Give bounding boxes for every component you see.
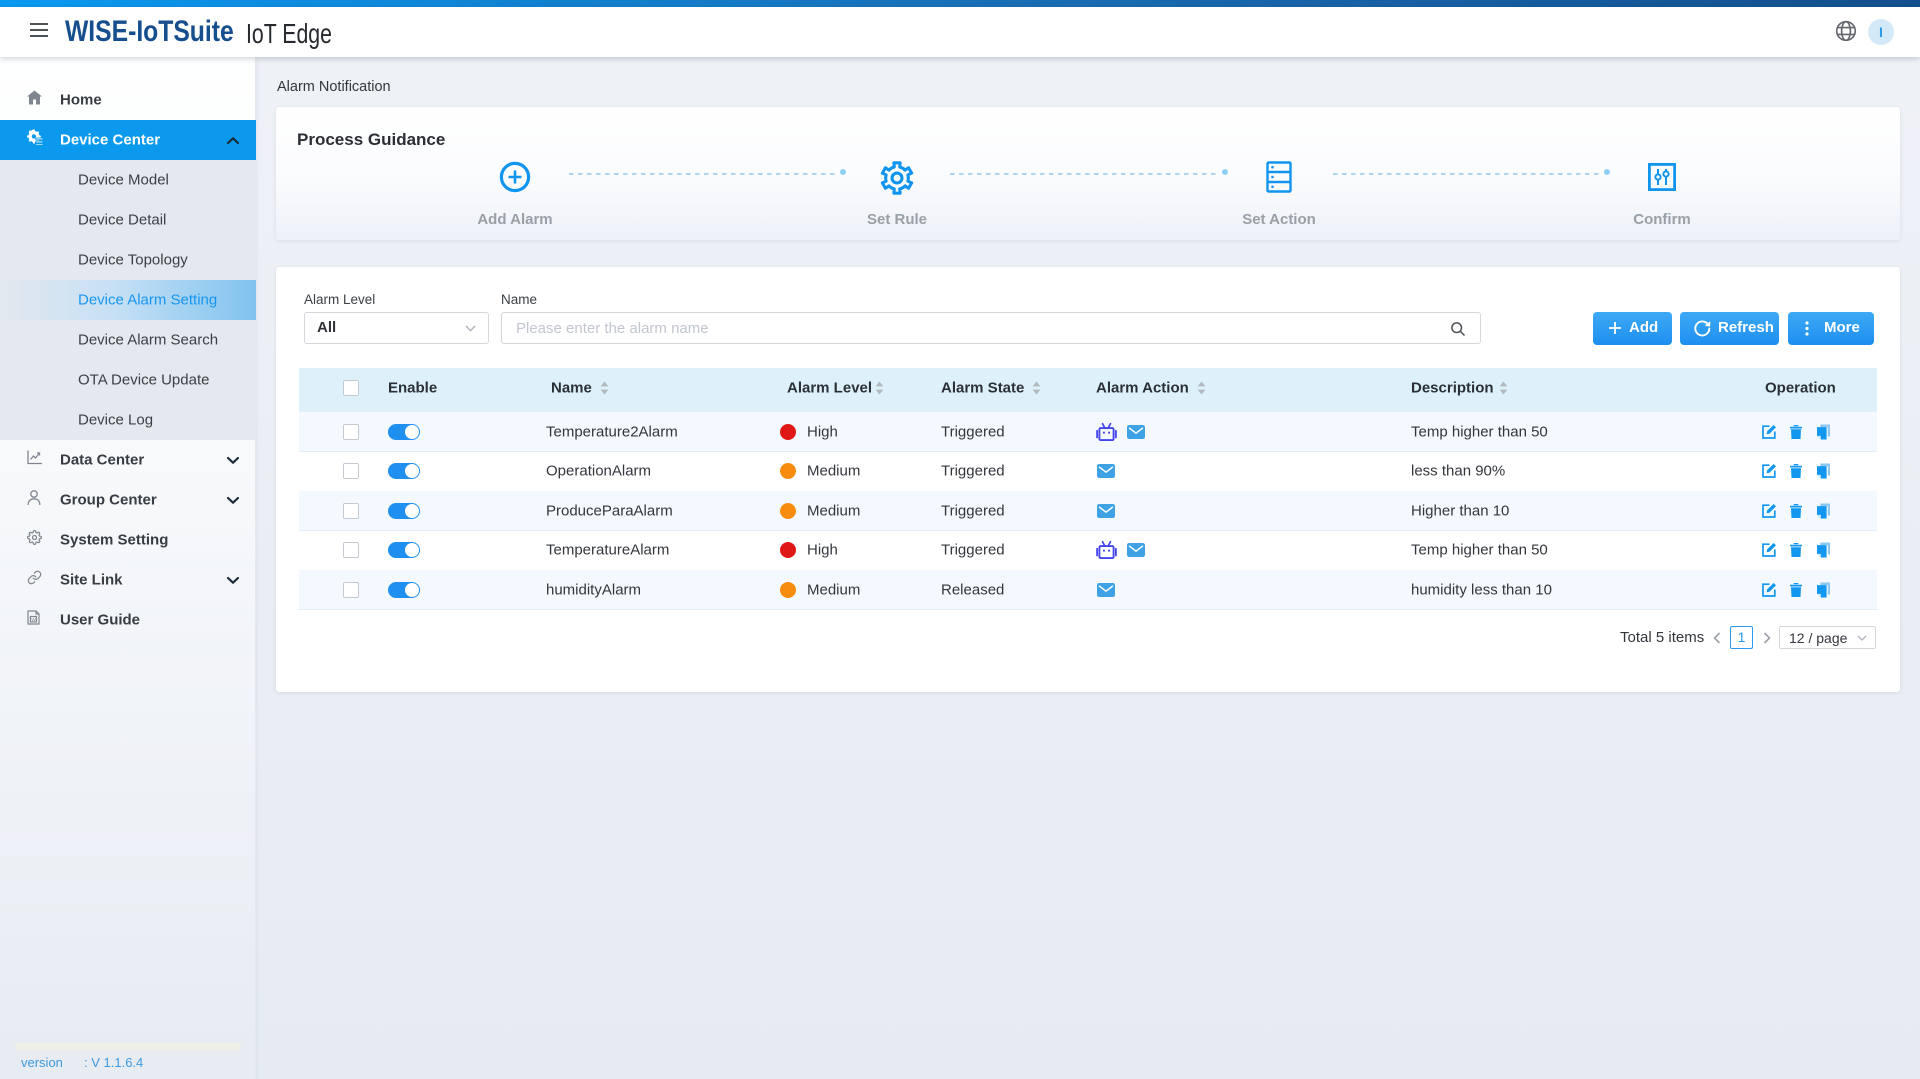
svg-text:W: W	[31, 617, 36, 622]
